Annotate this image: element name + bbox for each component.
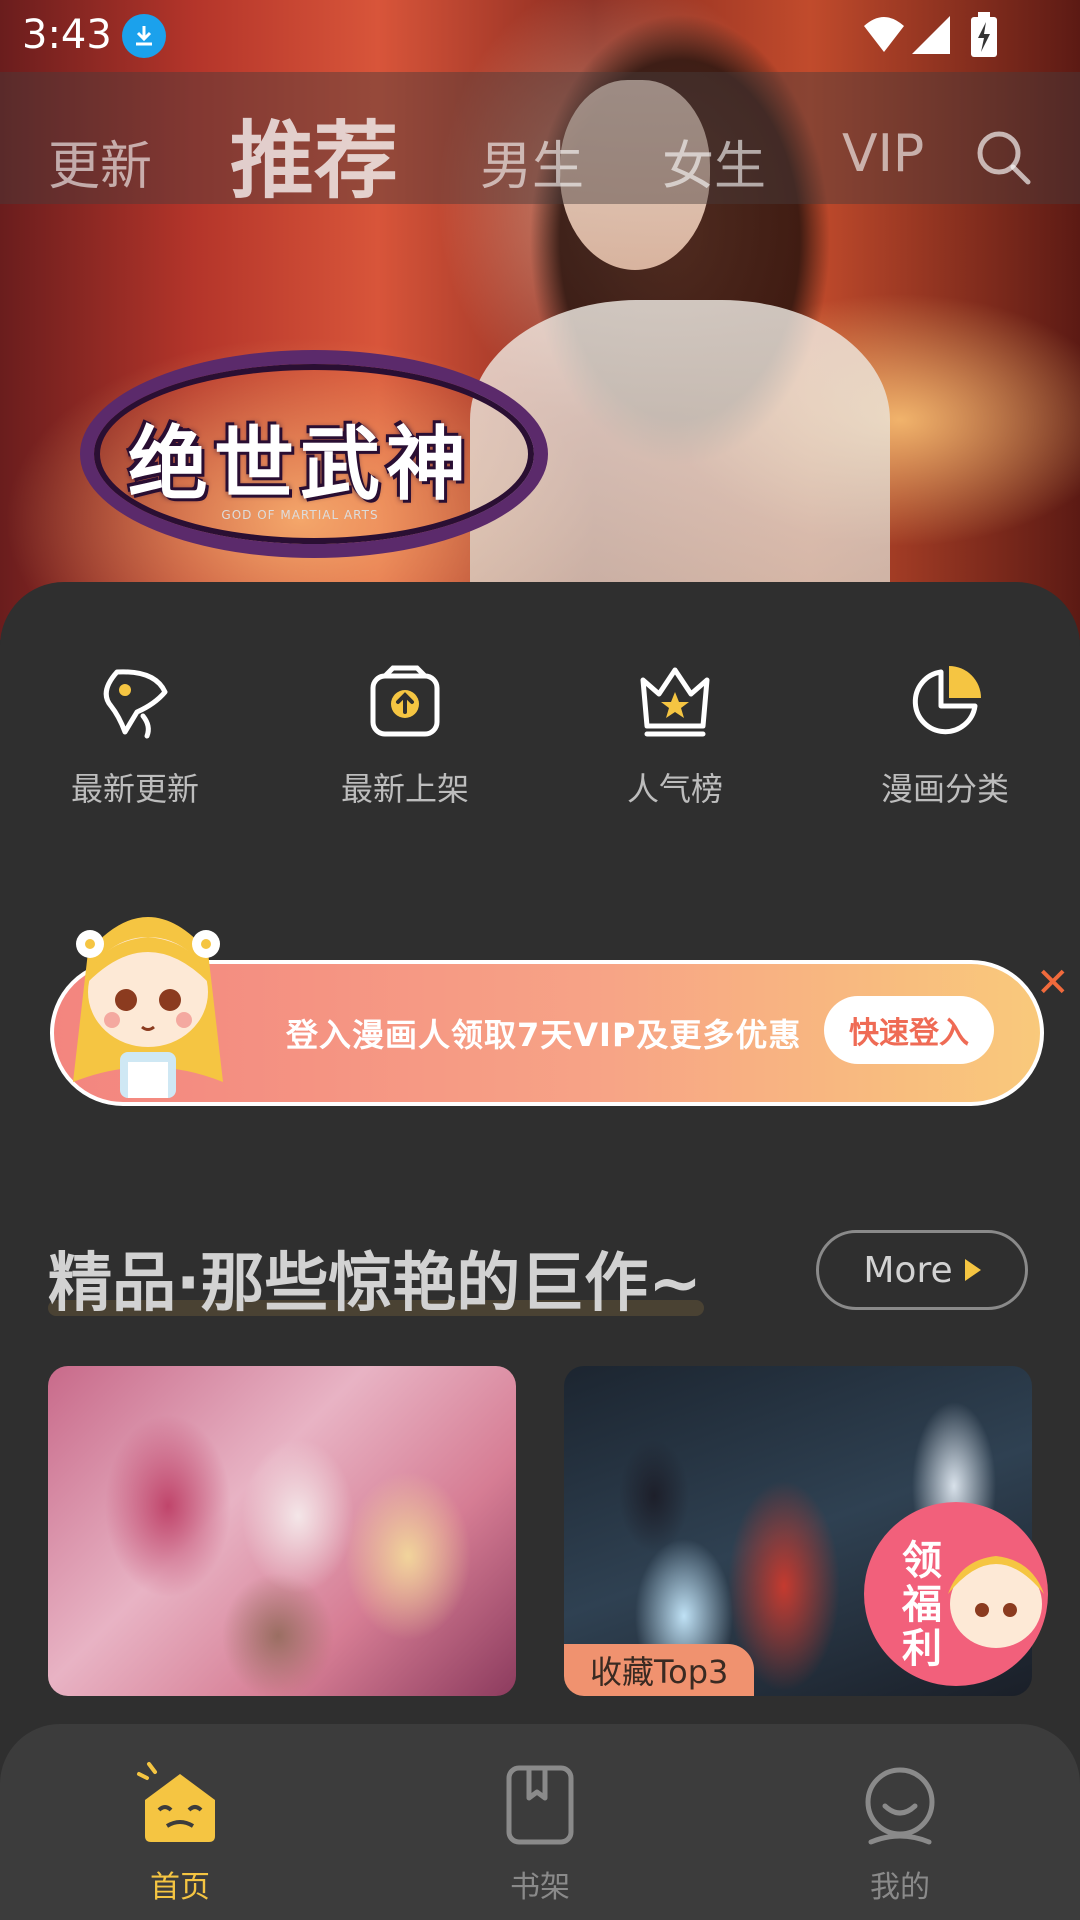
nav-home[interactable]: 首页 <box>80 1760 280 1906</box>
quick-login-button[interactable]: 快速登入 <box>824 996 994 1064</box>
nav-label: 首页 <box>150 1870 210 1905</box>
more-button-label: More <box>863 1249 953 1291</box>
signal-icon <box>912 16 950 54</box>
crown-icon <box>640 667 710 737</box>
svg-text:领: 领 <box>902 1539 942 1583</box>
status-bar: 3:43 <box>0 0 1080 72</box>
quick-link-latest-update[interactable]: 最新更新 <box>35 662 235 810</box>
profile-face-icon <box>865 1767 935 1845</box>
quick-link-label: 漫画分类 <box>880 770 1009 808</box>
tab-recommend[interactable]: 推荐 <box>230 94 398 215</box>
banner-logo-title: 绝世武神 <box>128 417 472 511</box>
quick-link-label: 人气榜 <box>626 770 723 808</box>
quick-link-popular-ranking[interactable]: 人气榜 <box>575 662 775 810</box>
nav-label: 我的 <box>870 1870 930 1905</box>
quick-link-label: 最新上架 <box>340 770 469 808</box>
tab-vip[interactable]: VIP <box>842 124 924 184</box>
svg-text:福: 福 <box>901 1583 942 1627</box>
banner-logo-subtitle: GOD OF MARTIAL ARTS <box>221 508 379 522</box>
play-arrow-icon <box>964 1259 981 1281</box>
wifi-icon <box>864 17 904 52</box>
quick-link-comic-categories[interactable]: 漫画分类 <box>845 662 1045 810</box>
comic-card-1[interactable] <box>48 1366 516 1696</box>
download-icon <box>122 14 166 58</box>
tab-male[interactable]: 男生 <box>480 124 584 199</box>
upload-box-icon <box>370 665 440 737</box>
nav-label: 书架 <box>510 1870 570 1905</box>
quick-link-new-arrivals[interactable]: 最新上架 <box>305 662 505 810</box>
top-tab-bar: 更新 推荐 男生 女生 VIP <box>0 72 1080 210</box>
section-title: 精品·那些惊艳的巨作~ <box>48 1247 702 1321</box>
tab-update[interactable]: 更新 <box>48 124 152 199</box>
status-time: 3:43 <box>22 12 112 58</box>
bottom-nav: 首页 书架 我的 <box>0 1724 1080 1920</box>
rocket-icon <box>103 669 168 739</box>
promo-text: 登入漫画人领取7天VIP及更多优惠 <box>286 1016 802 1054</box>
nav-bookshelf[interactable]: 书架 <box>440 1760 640 1906</box>
close-icon[interactable]: ✕ <box>1036 960 1070 1006</box>
gift-mascot-icon[interactable]: 领 福 利 <box>856 1494 1056 1694</box>
banner-logo: 绝世武神 GOD OF MARTIAL ARTS <box>80 330 548 560</box>
bookmark-book-icon <box>506 1765 574 1845</box>
quick-link-label: 最新更新 <box>70 770 199 808</box>
status-badge: 收藏Top3 <box>564 1644 755 1696</box>
search-icon[interactable] <box>974 128 1034 188</box>
mascot-illustration <box>73 917 223 1098</box>
home-icon <box>137 1762 215 1842</box>
pie-chart-icon <box>912 666 981 735</box>
svg-text:利: 利 <box>902 1627 942 1671</box>
more-button[interactable]: More <box>816 1230 1028 1310</box>
battery-charging-icon <box>971 12 997 57</box>
nav-profile[interactable]: 我的 <box>800 1760 1000 1906</box>
tab-female[interactable]: 女生 <box>662 124 766 199</box>
